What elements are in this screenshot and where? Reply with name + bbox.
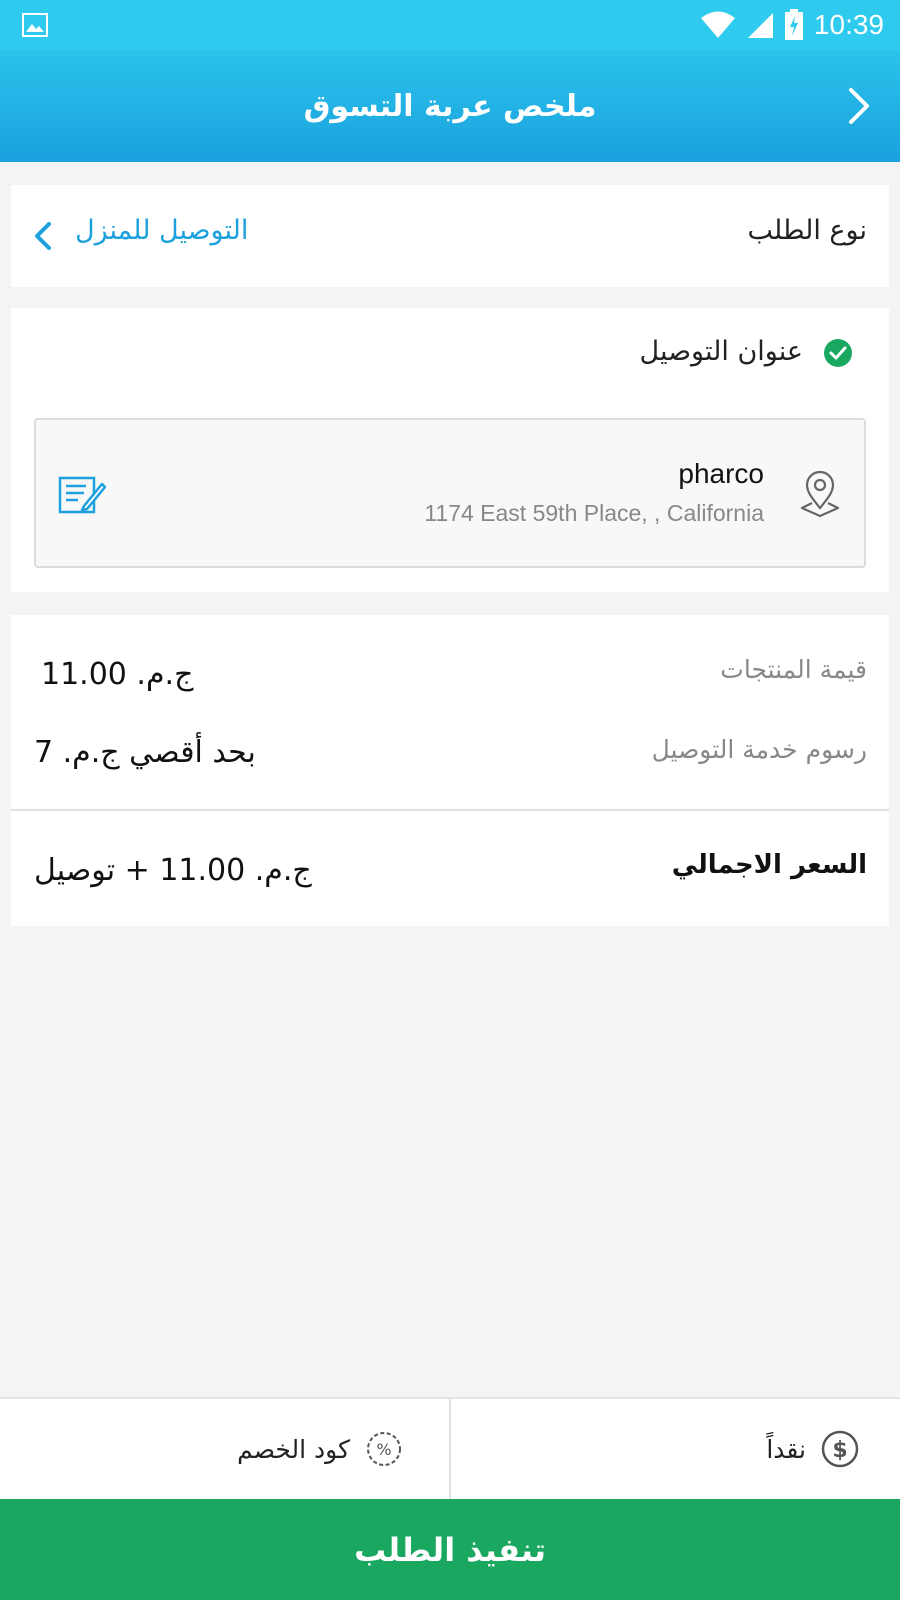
address-box[interactable]: pharco 1174 East 59th Place, , Californi… bbox=[34, 418, 866, 568]
back-chevron-icon[interactable] bbox=[846, 86, 872, 126]
divider bbox=[11, 809, 889, 811]
discount-code-button[interactable]: % كود الخصم bbox=[237, 1399, 404, 1499]
dollar-icon: $ bbox=[821, 1430, 859, 1468]
address-line: 1174 East 59th Place, , California bbox=[424, 500, 764, 526]
order-type-label: نوع الطلب bbox=[747, 215, 867, 246]
battery-icon bbox=[784, 9, 803, 40]
total-price-value: ج.م. 11.00 + توصيل bbox=[34, 853, 312, 888]
app-bar: ملخص عربة التسوق bbox=[0, 50, 900, 162]
location-pin-icon bbox=[800, 470, 840, 518]
total-price-label: السعر الاجمالي bbox=[671, 850, 867, 880]
status-icons: 10:39 bbox=[700, 6, 884, 44]
delivery-fee-value: بحد أقصي ج.م. 7 bbox=[34, 735, 256, 770]
check-circle-icon bbox=[824, 339, 852, 367]
order-type-row[interactable]: نوع الطلب التوصيل للمنزل bbox=[11, 185, 889, 287]
order-type-value[interactable]: التوصيل للمنزل bbox=[75, 215, 248, 246]
products-value: ج.م. 11.00 bbox=[41, 657, 194, 692]
status-bar: 10:39 bbox=[0, 0, 900, 50]
image-notification-icon bbox=[22, 13, 48, 37]
price-summary-card: قيمة المنتجات ج.م. 11.00 رسوم خدمة التوص… bbox=[11, 615, 889, 926]
signal-icon bbox=[747, 13, 773, 38]
percent-badge-icon: % bbox=[367, 1432, 401, 1466]
payment-method-label: نقداً bbox=[766, 1434, 806, 1464]
page-title: ملخص عربة التسوق bbox=[303, 88, 597, 124]
delivery-address-title: عنوان التوصيل bbox=[639, 336, 803, 367]
discount-code-label: كود الخصم bbox=[237, 1434, 350, 1464]
delivery-address-card: عنوان التوصيل pharco 1174 East 59th Plac… bbox=[11, 308, 889, 592]
products-value-label: قيمة المنتجات bbox=[720, 655, 867, 684]
chevron-left-icon[interactable] bbox=[33, 221, 53, 251]
svg-text:%: % bbox=[376, 1440, 391, 1459]
wifi-icon bbox=[700, 11, 735, 38]
divider bbox=[449, 1399, 451, 1501]
clock: 10:39 bbox=[813, 9, 884, 40]
payment-method-button[interactable]: $ نقداً bbox=[766, 1399, 860, 1499]
bottom-options-bar: $ نقداً % كود الخصم bbox=[0, 1397, 900, 1501]
edit-icon[interactable] bbox=[58, 474, 106, 516]
address-name: pharco bbox=[678, 458, 764, 489]
submit-order-button[interactable]: تنفيذ الطلب bbox=[0, 1499, 900, 1600]
svg-text:$: $ bbox=[832, 1438, 847, 1463]
delivery-fee-label: رسوم خدمة التوصيل bbox=[651, 735, 867, 764]
